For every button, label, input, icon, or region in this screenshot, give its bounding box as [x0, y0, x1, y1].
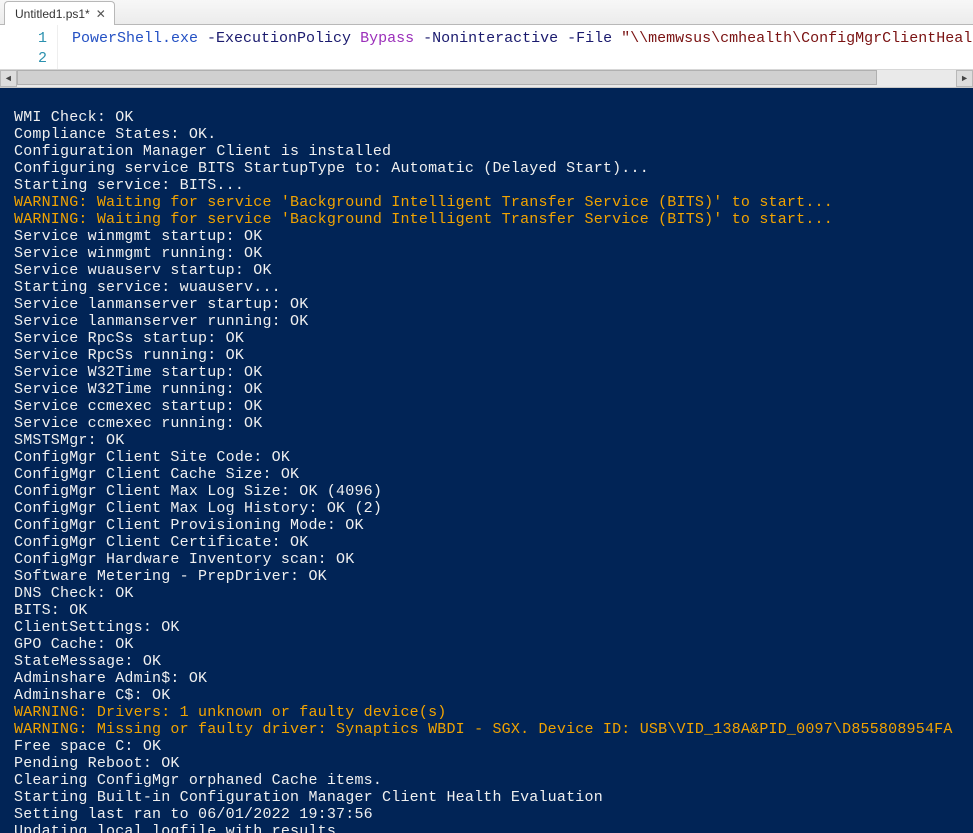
console-warning: WARNING: Waiting for service 'Background…: [14, 211, 833, 228]
scroll-right-icon[interactable]: ►: [956, 70, 973, 87]
token-param: -ExecutionPolicy: [198, 30, 360, 47]
code-content[interactable]: PowerShell.exe -ExecutionPolicy Bypass -…: [58, 25, 972, 69]
console-warning: WARNING: Waiting for service 'Background…: [14, 194, 833, 211]
console-line: Service lanmanserver running: OK: [14, 313, 308, 330]
tab-bar: Untitled1.ps1* ✕: [0, 0, 973, 25]
console-warning: WARNING: Drivers: 1 unknown or faulty de…: [14, 704, 446, 721]
console-line: Starting service: BITS...: [14, 177, 244, 194]
console-line: ConfigMgr Hardware Inventory scan: OK: [14, 551, 354, 568]
token-space: [612, 30, 621, 47]
code-editor[interactable]: 1 2 PowerShell.exe -ExecutionPolicy Bypa…: [0, 25, 973, 69]
console-line: ConfigMgr Client Cache Size: OK: [14, 466, 299, 483]
console-line: Service RpcSs startup: OK: [14, 330, 244, 347]
console-line: ConfigMgr Client Certificate: OK: [14, 534, 308, 551]
console-line: ClientSettings: OK: [14, 619, 180, 636]
token-string: "\\memwsus\cmhealth\ConfigMgrClientHeal: [621, 30, 972, 47]
token-keyword: Bypass: [360, 30, 414, 47]
token-param: -Noninteractive: [414, 30, 567, 47]
console-line: Service wuauserv startup: OK: [14, 262, 272, 279]
console-line: Service RpcSs running: OK: [14, 347, 244, 364]
console-line: Adminshare Admin$: OK: [14, 670, 207, 687]
editor-pane: Untitled1.ps1* ✕ 1 2 PowerShell.exe -Exe…: [0, 0, 973, 88]
console-line: Starting Built-in Configuration Manager …: [14, 789, 603, 806]
tab-untitled[interactable]: Untitled1.ps1* ✕: [4, 1, 115, 25]
console-line: ConfigMgr Client Max Log History: OK (2): [14, 500, 382, 517]
close-icon[interactable]: ✕: [96, 8, 106, 20]
console-output[interactable]: WMI Check: OK Compliance States: OK. Con…: [0, 88, 973, 833]
console-line: Service winmgmt startup: OK: [14, 228, 262, 245]
console-line: Service winmgmt running: OK: [14, 245, 262, 262]
console-line: Service W32Time running: OK: [14, 381, 262, 398]
console-line: ConfigMgr Client Provisioning Mode: OK: [14, 517, 364, 534]
token-param: -File: [567, 30, 612, 47]
console-line: Pending Reboot: OK: [14, 755, 180, 772]
line-number: 2: [0, 49, 47, 69]
console-line: SMSTSMgr: OK: [14, 432, 124, 449]
console-line: Adminshare C$: OK: [14, 687, 170, 704]
console-line: StateMessage: OK: [14, 653, 161, 670]
console-line: ConfigMgr Client Site Code: OK: [14, 449, 290, 466]
console-line: Starting service: wuauserv...: [14, 279, 281, 296]
console-line: Service lanmanserver startup: OK: [14, 296, 308, 313]
token-command: PowerShell.exe: [72, 30, 198, 47]
console-line: Free space C: OK: [14, 738, 161, 755]
console-line: Configuration Manager Client is installe…: [14, 143, 391, 160]
console-warning: WARNING: Missing or faulty driver: Synap…: [14, 721, 953, 738]
console-line: Configuring service BITS StartupType to:…: [14, 160, 649, 177]
console-line: Setting last ran to 06/01/2022 19:37:56: [14, 806, 373, 823]
scroll-track[interactable]: [17, 70, 956, 87]
console-line: Service ccmexec running: OK: [14, 415, 262, 432]
console-line: DNS Check: OK: [14, 585, 134, 602]
console-line: Updating local logfile with results: [14, 823, 336, 833]
console-line: Service W32Time startup: OK: [14, 364, 262, 381]
scroll-left-icon[interactable]: ◄: [0, 70, 17, 87]
line-gutter: 1 2: [0, 25, 58, 69]
console-line: Software Metering - PrepDriver: OK: [14, 568, 327, 585]
console-line: Service ccmexec startup: OK: [14, 398, 262, 415]
console-line: Compliance States: OK.: [14, 126, 216, 143]
console-line: GPO Cache: OK: [14, 636, 134, 653]
tab-title: Untitled1.ps1*: [15, 7, 90, 21]
console-line: ConfigMgr Client Max Log Size: OK (4096): [14, 483, 382, 500]
console-line: BITS: OK: [14, 602, 88, 619]
scroll-thumb[interactable]: [17, 70, 877, 85]
console-line: Clearing ConfigMgr orphaned Cache items.: [14, 772, 382, 789]
console-line: WMI Check: OK: [14, 109, 134, 126]
horizontal-scrollbar[interactable]: ◄ ►: [0, 69, 973, 87]
line-number: 1: [0, 29, 47, 49]
